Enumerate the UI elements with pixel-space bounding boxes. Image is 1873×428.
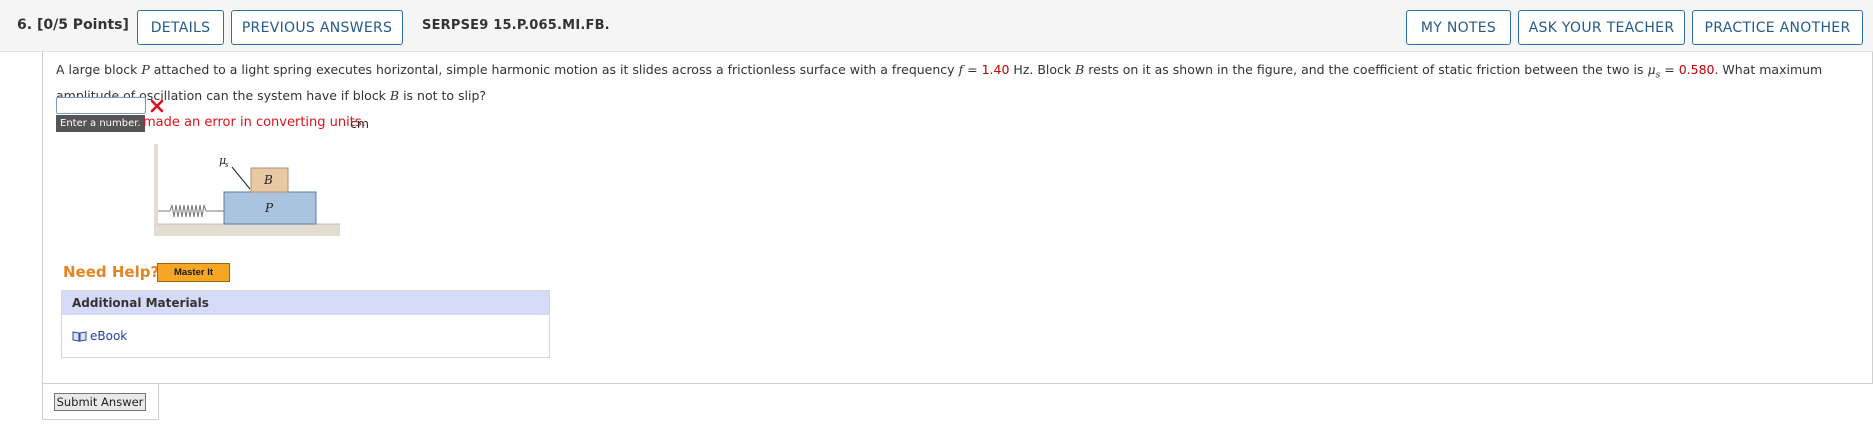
error-message: made an error in converting units. [143, 115, 366, 130]
incorrect-x-icon [150, 99, 164, 113]
ebook-row[interactable]: eBook [72, 329, 127, 343]
previous-answers-button[interactable]: PREVIOUS ANSWERS [231, 10, 403, 45]
spring-icon [169, 204, 207, 218]
spring-block-figure: μ s B P [154, 144, 340, 236]
need-help-label: Need Help? [63, 263, 160, 281]
master-it-button[interactable]: Master It [157, 263, 230, 282]
ask-your-teacher-button[interactable]: ASK YOUR TEACHER [1518, 10, 1685, 45]
answer-input[interactable] [56, 97, 146, 114]
practice-another-button[interactable]: PRACTICE ANOTHER [1692, 10, 1863, 45]
block-b-label: B [263, 173, 273, 187]
my-notes-button[interactable]: MY NOTES [1406, 10, 1511, 45]
question-number: 6. [0/5 Points] [17, 17, 129, 33]
block-p-label: P [264, 201, 274, 215]
details-button[interactable]: DETAILS [137, 10, 224, 45]
additional-materials-panel: Additional Materials eBook [61, 290, 550, 358]
input-tooltip: Enter a number. [56, 115, 145, 132]
submit-answer-button[interactable]: Submit Answer [54, 393, 146, 411]
question-id: SERPSE9 15.P.065.MI.FB. [422, 18, 610, 33]
points-label: [0/5 Points] [36, 17, 129, 33]
question-text: A large block P attached to a light spri… [56, 62, 1823, 103]
mu-subscript: s [225, 161, 229, 169]
mu-value: 0.580 [1678, 62, 1715, 77]
wall [154, 144, 158, 224]
frequency-value: 1.40 [981, 62, 1010, 77]
unit-label: cm [350, 116, 370, 131]
question-header: 6. [0/5 Points] DETAILS PREVIOUS ANSWERS… [0, 0, 1873, 52]
floor [154, 224, 340, 236]
additional-materials-title: Additional Materials [62, 291, 549, 315]
ebook-link[interactable]: eBook [90, 329, 127, 343]
book-icon [72, 331, 87, 342]
